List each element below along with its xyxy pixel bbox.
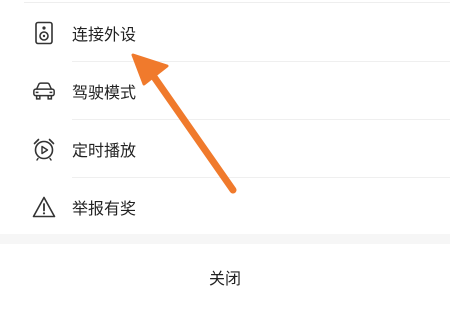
menu-item-connect-peripheral[interactable]: 连接外设 <box>0 4 450 62</box>
close-button[interactable]: 关闭 <box>0 244 450 309</box>
menu-item-label: 连接外设 <box>72 25 137 44</box>
top-divider <box>24 2 450 3</box>
menu-item-label: 驾驶模式 <box>72 83 137 102</box>
speaker-icon <box>32 21 56 45</box>
warning-icon <box>32 195 56 219</box>
menu-item-label: 举报有奖 <box>72 199 137 218</box>
alarm-clock-icon <box>32 137 56 161</box>
menu-item-timed-playback[interactable]: 定时播放 <box>0 120 450 178</box>
action-sheet: 连接外设 驾驶模式 定时播放 举报有奖 关闭 <box>0 0 450 309</box>
menu-item-driving-mode[interactable]: 驾驶模式 <box>0 62 450 120</box>
menu-item-report-reward[interactable]: 举报有奖 <box>0 178 450 236</box>
section-gap <box>0 234 450 244</box>
menu-item-label: 定时播放 <box>72 141 137 160</box>
car-icon <box>32 79 56 103</box>
